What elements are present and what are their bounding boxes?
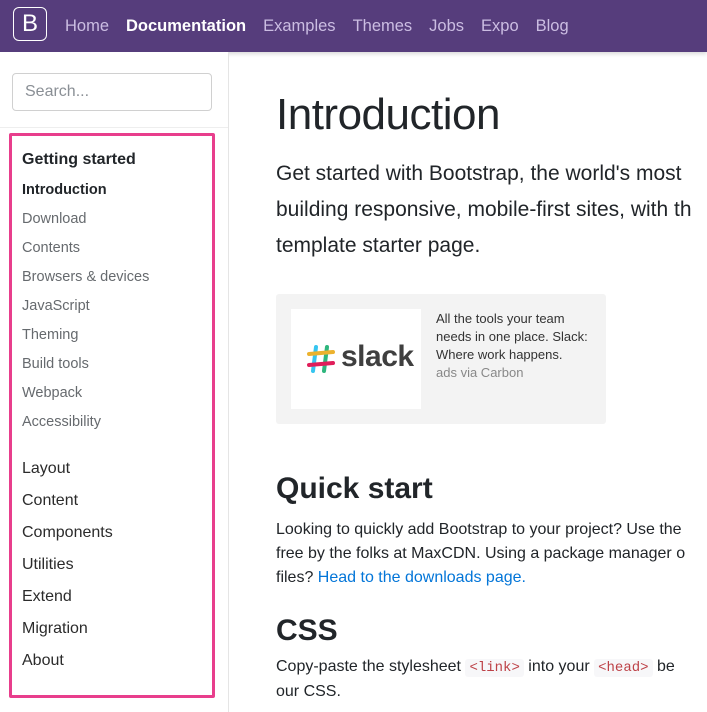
downloads-page-link[interactable]: Head to the downloads page. [318, 569, 526, 586]
page-title: Introduction [276, 90, 500, 139]
slack-ad-image[interactable]: slack [291, 309, 421, 409]
slack-hash-icon [307, 345, 335, 373]
css-text: Copy-paste the stylesheet <link> into yo… [276, 655, 675, 704]
paragraph-text: into your [523, 658, 595, 675]
paragraph-text: files? [276, 569, 318, 586]
nav-links: Home Documentation Examples Themes Jobs … [65, 0, 586, 52]
nav-link-documentation[interactable]: Documentation [126, 17, 246, 36]
sidebar-item-webpack[interactable]: Webpack [22, 385, 82, 401]
paragraph-line: Copy-paste the stylesheet <link> into yo… [276, 655, 675, 680]
carbon-ad[interactable]: slack All the tools your team needs in o… [276, 294, 606, 424]
code-link-tag: <link> [465, 659, 524, 677]
sidebar-item-accessibility[interactable]: Accessibility [22, 414, 101, 430]
nav-link-jobs[interactable]: Jobs [429, 17, 464, 36]
nav-link-expo[interactable]: Expo [481, 17, 519, 36]
sidebar-group-about[interactable]: About [22, 652, 64, 670]
sidebar-item-introduction[interactable]: Introduction [22, 182, 107, 198]
paragraph-line: Looking to quickly add Bootstrap to your… [276, 521, 682, 538]
paragraph-line: free by the folks at MaxCDN. Using a pac… [276, 545, 686, 562]
top-navbar: B Home Documentation Examples Themes Job… [0, 0, 707, 52]
sidebar-item-browsers-devices[interactable]: Browsers & devices [22, 269, 149, 285]
sidebar-group-migration[interactable]: Migration [22, 620, 88, 638]
nav-link-home[interactable]: Home [65, 17, 109, 36]
lead-line: Get started with Bootstrap, the world's … [276, 162, 682, 185]
sidebar-item-contents[interactable]: Contents [22, 240, 80, 256]
sidebar-divider [0, 127, 228, 128]
paragraph-line: our CSS. [276, 683, 341, 700]
code-head-tag: <head> [594, 659, 653, 677]
ad-via-carbon[interactable]: ads via Carbon [436, 364, 596, 382]
bootstrap-logo[interactable]: B [13, 7, 47, 41]
sidebar-group-getting-started[interactable]: Getting started [22, 151, 136, 169]
paragraph-text: be [652, 658, 675, 675]
sidebar-group-components[interactable]: Components [22, 524, 113, 542]
paragraph-line: files? Head to the downloads page. [276, 566, 685, 590]
nav-link-examples[interactable]: Examples [263, 17, 335, 36]
nav-link-themes[interactable]: Themes [353, 17, 413, 36]
ad-text-block[interactable]: All the tools your team needs in one pla… [436, 310, 596, 382]
paragraph-text: Copy-paste the stylesheet [276, 658, 466, 675]
main-content: Introduction Get started with Bootstrap,… [229, 52, 707, 712]
sidebar-item-build-tools[interactable]: Build tools [22, 356, 89, 372]
sidebar-item-download[interactable]: Download [22, 211, 87, 227]
sidebar-item-javascript[interactable]: JavaScript [22, 298, 90, 314]
slack-logo-text: slack [341, 340, 414, 373]
sidebar-group-utilities[interactable]: Utilities [22, 556, 74, 574]
sidebar-group-layout[interactable]: Layout [22, 460, 70, 478]
sidebar-group-extend[interactable]: Extend [22, 588, 72, 606]
lead-line: building responsive, mobile-first sites,… [276, 198, 692, 221]
ad-description[interactable]: All the tools your team needs in one pla… [436, 310, 596, 364]
lead-paragraph: Get started with Bootstrap, the world's … [276, 156, 707, 264]
quick-start-text: Looking to quickly add Bootstrap to your… [276, 518, 685, 590]
lead-line: template starter page. [276, 234, 481, 257]
search-input[interactable] [12, 73, 212, 111]
sidebar-group-content[interactable]: Content [22, 492, 78, 510]
nav-link-blog[interactable]: Blog [536, 17, 569, 36]
docs-sidebar: Getting started Introduction Download Co… [0, 52, 229, 712]
sidebar-item-theming[interactable]: Theming [22, 327, 78, 343]
quick-start-heading: Quick start [276, 472, 433, 505]
css-heading: CSS [276, 614, 338, 647]
